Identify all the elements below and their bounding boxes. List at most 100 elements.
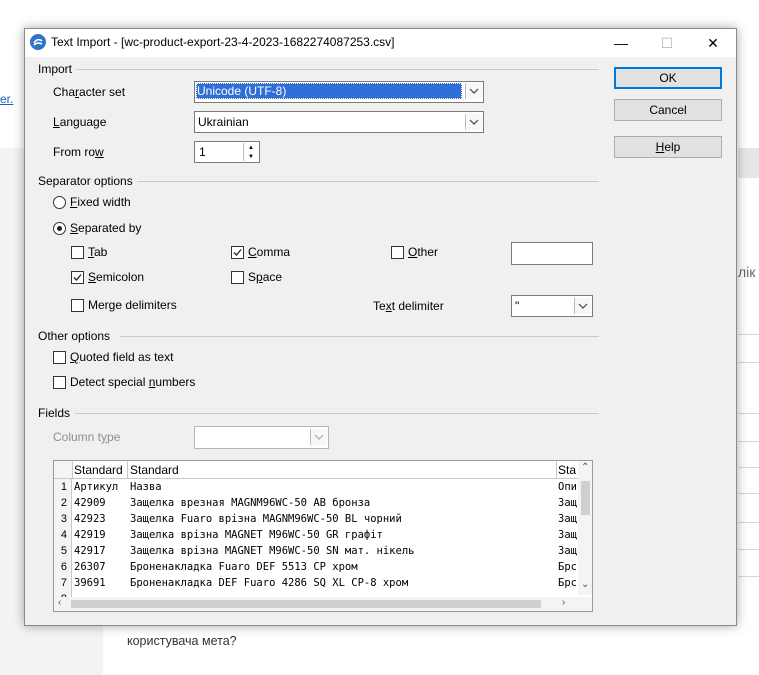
- fields-section-line: [75, 413, 599, 414]
- close-button[interactable]: ✕: [690, 29, 736, 57]
- table-cell: Защелка врізна MAGNET M96WC-50 SN мат. н…: [130, 545, 415, 557]
- row-number: 5: [54, 543, 72, 559]
- grid-header: Standard Standard Sta: [54, 461, 592, 479]
- charset-label: Character set: [53, 85, 126, 99]
- spin-down-icon[interactable]: ▼: [244, 152, 258, 161]
- separated-by-radio[interactable]: [53, 222, 66, 235]
- fields-section-title: Fields: [38, 406, 75, 420]
- charset-value: Unicode (UTF-8): [196, 83, 462, 99]
- chevron-down-icon[interactable]: [310, 429, 327, 445]
- table-row[interactable]: 7 39691 Броненакладка DEF Fuaro 4286 SQ …: [54, 575, 580, 591]
- row-number: 6: [54, 559, 72, 575]
- help-button[interactable]: Help: [614, 136, 722, 158]
- tab-label[interactable]: Tab: [88, 245, 107, 259]
- cancel-button[interactable]: Cancel: [614, 99, 722, 121]
- maximize-button[interactable]: ☐: [644, 29, 690, 57]
- scroll-right-icon[interactable]: ›: [562, 597, 565, 608]
- space-checkbox[interactable]: [231, 271, 244, 284]
- table-row[interactable]: 1 Артикул Назва Опи: [54, 479, 580, 495]
- table-row[interactable]: 6 26307 Броненакладка Fuaro DEF 5513 CP …: [54, 559, 580, 575]
- column-separator: [556, 461, 557, 478]
- column-header[interactable]: Sta: [558, 463, 578, 477]
- other-options-title: Other options: [38, 329, 115, 343]
- table-cell: 42919: [74, 529, 106, 541]
- other-label[interactable]: Other: [408, 245, 438, 259]
- fixed-width-radio[interactable]: [53, 196, 66, 209]
- table-cell: Опи: [558, 481, 577, 493]
- table-cell: Артикул: [74, 481, 119, 493]
- other-separator-input[interactable]: [511, 242, 593, 265]
- title-bar[interactable]: Text Import - [wc-product-export-23-4-20…: [25, 29, 736, 57]
- separated-by-label[interactable]: Separated by: [70, 221, 141, 235]
- background-divider: [738, 522, 759, 523]
- horizontal-scrollbar[interactable]: ‹ ›: [54, 597, 592, 611]
- background-divider: [738, 441, 759, 442]
- background-divider: [738, 493, 759, 494]
- background-divider: [738, 413, 759, 414]
- comma-checkbox[interactable]: [231, 246, 244, 259]
- background-bottom-text: користувача мета?: [127, 634, 237, 648]
- scroll-left-icon[interactable]: ‹: [58, 597, 61, 608]
- table-row[interactable]: 5 42917 Защелка врізна MAGNET M96WC-50 S…: [54, 543, 580, 559]
- separator-section-title: Separator options: [38, 174, 137, 188]
- column-header[interactable]: Standard: [74, 463, 126, 477]
- table-row[interactable]: 3 42923 Защелка Fuaro врізна MAGNM96WC-5…: [54, 511, 580, 527]
- table-row[interactable]: 4 42919 Защелка врізна MAGNET M96WC-50 G…: [54, 527, 580, 543]
- background-divider: [738, 334, 759, 335]
- chevron-down-icon[interactable]: [574, 298, 591, 314]
- vertical-scrollbar[interactable]: ⌃ ⌄: [578, 461, 592, 595]
- background-divider: [738, 362, 759, 363]
- space-label[interactable]: Space: [248, 270, 282, 284]
- table-cell: Защ: [558, 513, 577, 525]
- table-cell: Назва: [130, 481, 162, 493]
- scroll-up-icon[interactable]: ⌃: [581, 462, 589, 473]
- from-row-value: 1: [199, 145, 206, 159]
- merge-delimiters-label[interactable]: Merge delimiters: [88, 298, 177, 312]
- chevron-down-icon[interactable]: [465, 83, 482, 99]
- checkmark-icon: [73, 274, 82, 281]
- from-row-spinner[interactable]: 1 ▲ ▼: [194, 141, 260, 163]
- tab-checkbox[interactable]: [71, 246, 84, 259]
- separator-section-line: [135, 181, 599, 182]
- fixed-width-label[interactable]: Fixed width: [70, 195, 131, 209]
- scroll-down-icon[interactable]: ⌄: [581, 579, 589, 590]
- table-cell: 42909: [74, 497, 106, 509]
- comma-label[interactable]: Comma: [248, 245, 290, 259]
- table-cell: 39691: [74, 577, 106, 589]
- background-side-text: лік: [738, 264, 756, 280]
- detect-numbers-label[interactable]: Detect special numbers: [70, 375, 195, 389]
- column-type-select[interactable]: [194, 426, 329, 449]
- merge-delimiters-checkbox[interactable]: [71, 299, 84, 312]
- scroll-thumb[interactable]: [71, 600, 541, 608]
- from-row-label: From row: [53, 145, 104, 159]
- spin-up-icon[interactable]: ▲: [244, 143, 258, 152]
- chevron-down-icon[interactable]: [465, 114, 482, 130]
- other-checkbox[interactable]: [391, 246, 404, 259]
- table-cell: 26307: [74, 561, 106, 573]
- background-link[interactable]: er.: [0, 92, 13, 106]
- charset-select[interactable]: Unicode (UTF-8): [194, 81, 484, 103]
- preview-grid[interactable]: Standard Standard Sta 1 Артикул Назва Оп…: [53, 460, 593, 612]
- text-delimiter-select[interactable]: ": [511, 295, 593, 317]
- import-section-title: Import: [38, 62, 77, 76]
- detect-numbers-checkbox[interactable]: [53, 376, 66, 389]
- scroll-thumb[interactable]: [581, 481, 590, 515]
- table-cell: 42923: [74, 513, 106, 525]
- row-number: 4: [54, 527, 72, 543]
- quoted-field-checkbox[interactable]: [53, 351, 66, 364]
- table-cell: Защ: [558, 529, 577, 541]
- background-divider: [738, 576, 759, 577]
- import-section-line: [73, 69, 599, 70]
- language-select[interactable]: Ukrainian: [194, 111, 484, 133]
- quoted-field-label[interactable]: Quoted field as text: [70, 350, 173, 364]
- semicolon-label[interactable]: Semicolon: [88, 270, 144, 284]
- row-number: 3: [54, 511, 72, 527]
- column-header[interactable]: Standard: [130, 463, 554, 477]
- language-label: Language: [53, 115, 107, 129]
- table-cell: Защелка врізна MAGNET M96WC-50 GR графіт: [130, 529, 383, 541]
- background-divider: [738, 467, 759, 468]
- table-row[interactable]: 2 42909 Защелка врезная MAGNM96WC-50 AB …: [54, 495, 580, 511]
- minimize-button[interactable]: —: [598, 29, 644, 57]
- semicolon-checkbox[interactable]: [71, 271, 84, 284]
- ok-button[interactable]: OK: [614, 67, 722, 89]
